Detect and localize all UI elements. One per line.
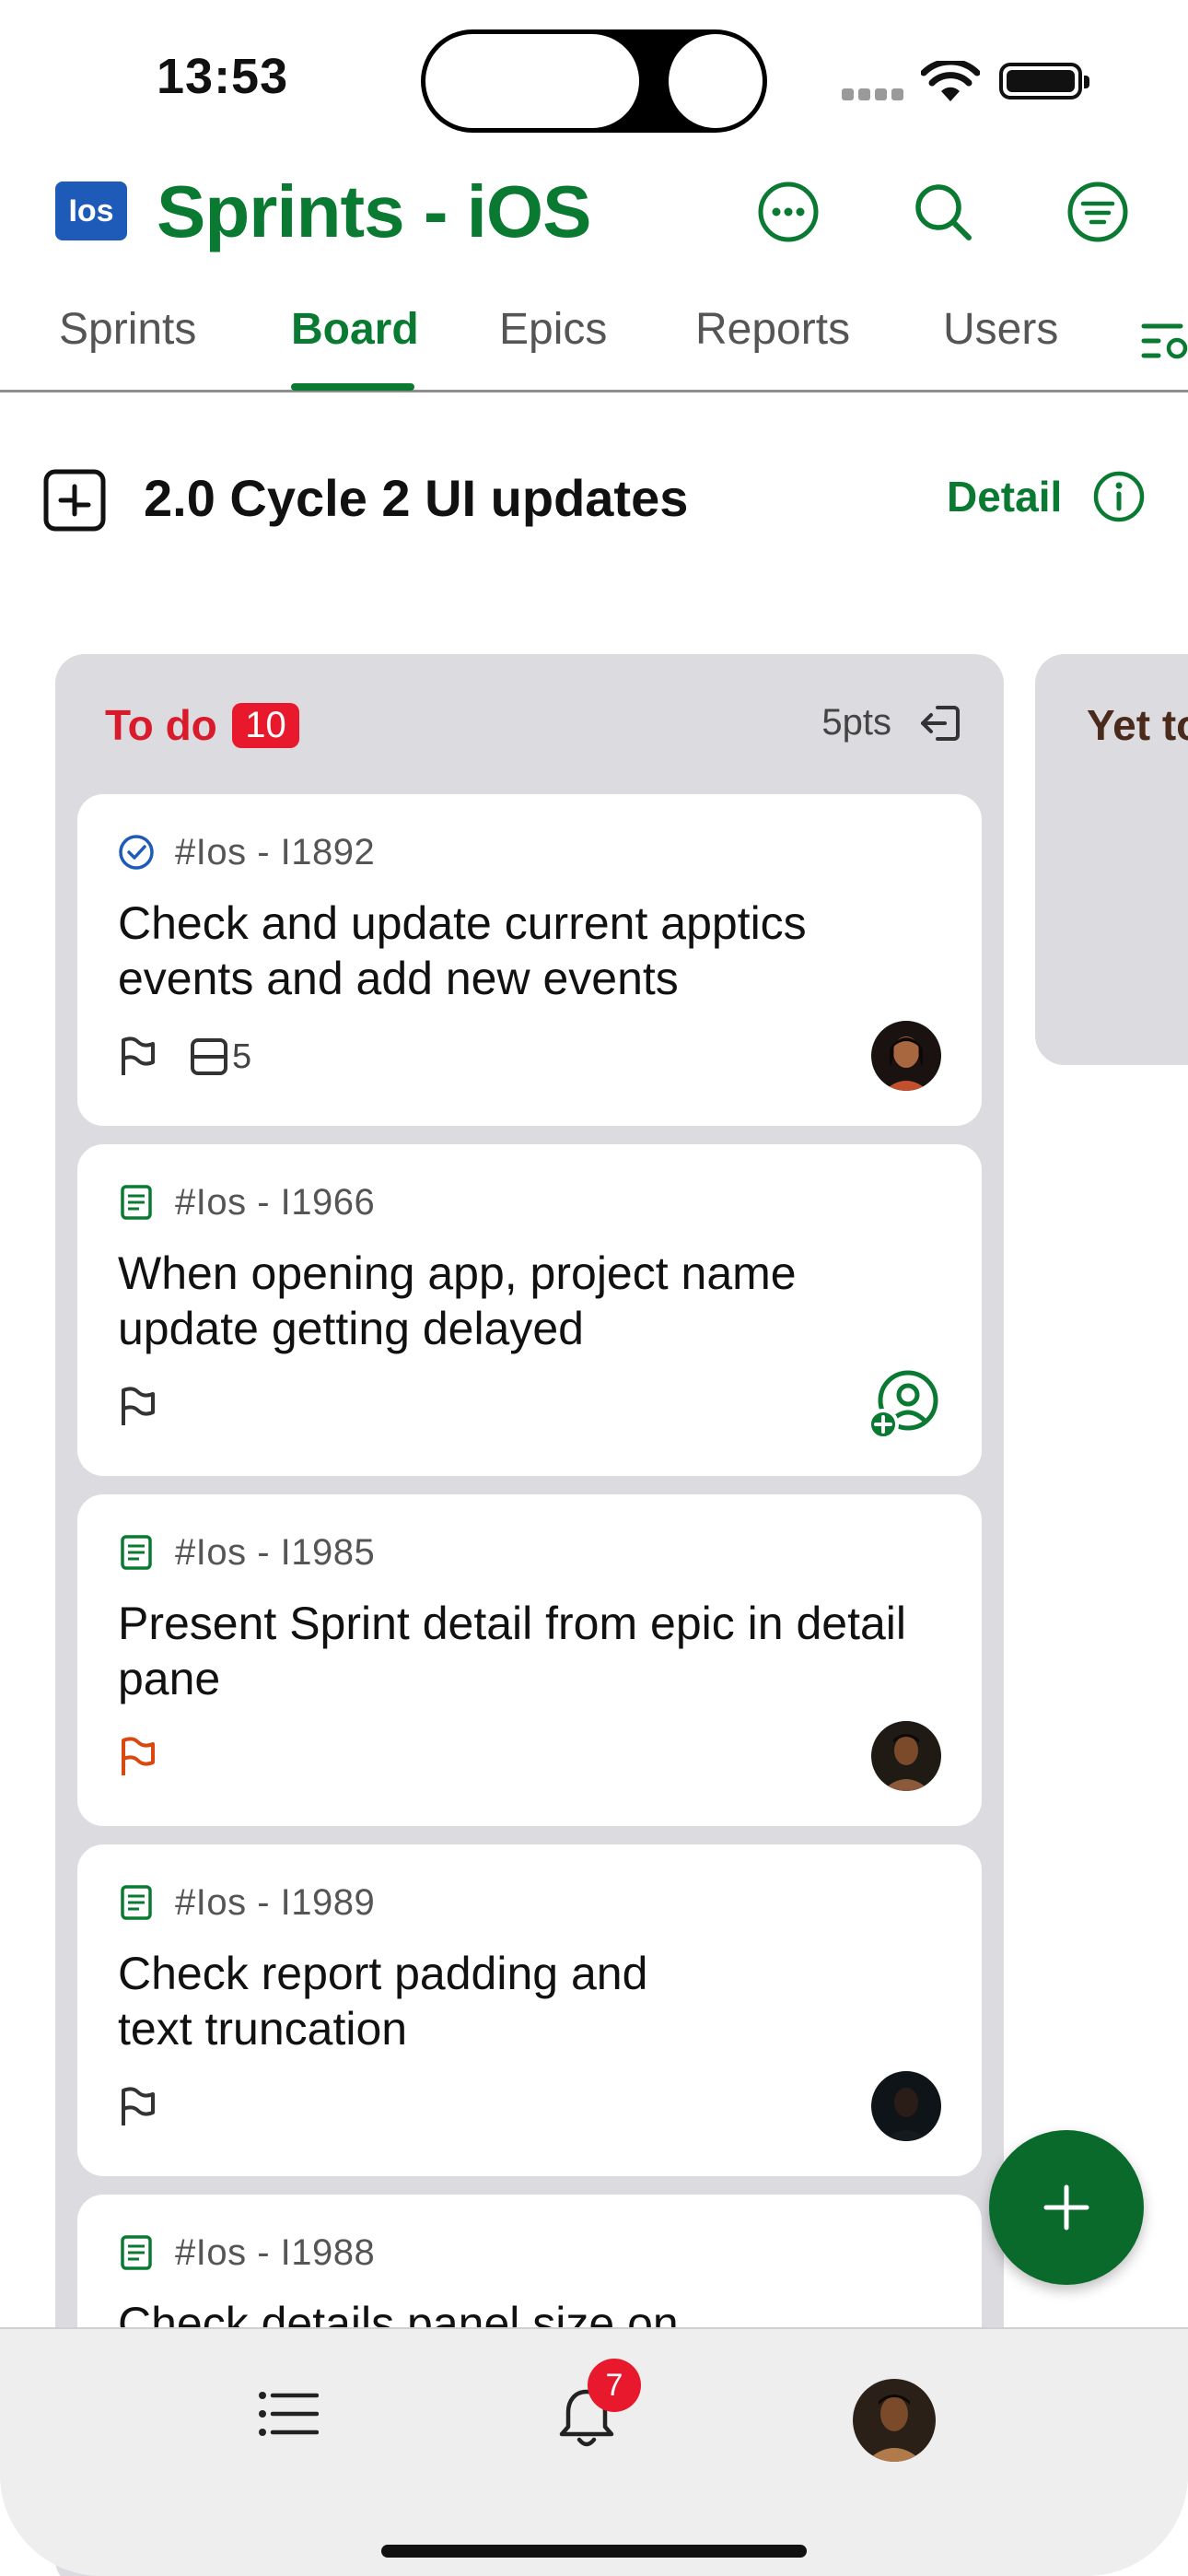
status-bar: 13:53 <box>0 0 1188 157</box>
tab-epics[interactable]: Epics <box>499 304 607 355</box>
flag-icon[interactable] <box>118 1036 157 1077</box>
task-title: Check and update current apptics events … <box>118 897 807 1004</box>
column-title: To do <box>105 701 217 749</box>
task-card[interactable]: #Ios - I1989 Check report padding and te… <box>77 1844 982 2176</box>
assignee-avatar[interactable] <box>871 1721 941 1791</box>
priority-flag-icon[interactable] <box>118 1737 157 1777</box>
cellular-signal-icon <box>842 88 908 105</box>
sprint-icon <box>43 469 106 532</box>
subtask-count: 5 <box>190 1037 251 1077</box>
subtask-icon <box>191 1038 227 1075</box>
sprint-title: 2.0 Cycle 2 UI updates <box>144 469 689 527</box>
sprint-header: 2.0 Cycle 2 UI updates Detail <box>0 442 1188 553</box>
document-icon <box>121 1885 152 1920</box>
tab-users[interactable]: Users <box>943 304 1058 355</box>
task-title: Present Sprint detail from epic in detai… <box>118 1598 906 1704</box>
app-header: Ios Sprints - iOS <box>0 166 1188 276</box>
home-indicator <box>381 2545 807 2558</box>
tab-sprints[interactable]: Sprints <box>59 304 196 355</box>
profile-avatar[interactable] <box>853 2379 936 2462</box>
notifications-nav-button[interactable]: 7 <box>554 2359 641 2455</box>
dynamic-island <box>421 29 767 133</box>
column-header: To do 10 <box>105 700 299 755</box>
battery-icon <box>999 63 1089 100</box>
task-card[interactable]: #Ios - I1985 Present Sprint detail from … <box>77 1494 982 1826</box>
wifi-icon <box>921 61 980 101</box>
task-id: #Ios - I1985 <box>175 1531 376 1573</box>
tab-settings-icon[interactable] <box>1140 315 1188 367</box>
tab-bar: Sprints Board Epics Reports Users <box>0 295 1188 392</box>
document-icon <box>121 1535 152 1570</box>
detail-button[interactable]: Detail <box>947 472 1062 521</box>
document-icon <box>121 2235 152 2270</box>
search-icon[interactable] <box>906 175 980 249</box>
task-card[interactable]: #Ios - I1892 Check and update current ap… <box>77 794 982 1126</box>
status-time: 13:53 <box>157 49 289 104</box>
page-title[interactable]: Sprints - iOS <box>157 170 591 254</box>
list-icon <box>259 2392 320 2436</box>
collapse-column-icon[interactable] <box>919 702 961 744</box>
assign-user-icon[interactable] <box>868 1367 941 1441</box>
assignee-avatar[interactable] <box>871 2071 941 2141</box>
column-points: 5pts <box>821 702 891 743</box>
task-title: When opening app, project name update ge… <box>118 1247 797 1354</box>
board-column-todo: To do 10 5pts #Ios - I1892 Check and upd… <box>55 654 1004 2576</box>
active-tab-indicator <box>291 383 414 391</box>
project-logo[interactable]: Ios <box>55 181 127 240</box>
flag-icon[interactable] <box>118 2087 157 2127</box>
task-id: #Ios - I1966 <box>175 1181 376 1223</box>
list-nav-button[interactable] <box>258 2390 320 2442</box>
plus-icon <box>1043 2184 1089 2231</box>
add-task-button[interactable] <box>989 2130 1144 2285</box>
flag-icon[interactable] <box>118 1387 157 1427</box>
tab-board[interactable]: Board <box>291 304 419 355</box>
document-icon <box>121 1185 152 1220</box>
column-count-badge: 10 <box>232 702 299 748</box>
task-id: #Ios - I1989 <box>175 1881 376 1923</box>
tab-reports[interactable]: Reports <box>695 304 850 355</box>
info-icon[interactable] <box>1092 470 1146 523</box>
task-title: Check report padding and text truncation <box>118 1948 648 2055</box>
notification-badge: 7 <box>588 2359 641 2412</box>
task-card[interactable]: #Ios - I1966 When opening app, project n… <box>77 1144 982 1476</box>
board-column-next[interactable]: Yet to <box>1035 654 1188 1065</box>
task-id: #Ios - I1988 <box>175 2231 376 2273</box>
bottom-nav: 7 <box>0 2327 1188 2576</box>
completed-check-icon <box>119 835 154 870</box>
filter-icon[interactable] <box>1061 175 1135 249</box>
task-id: #Ios - I1892 <box>175 831 376 872</box>
column-title: Yet to <box>1087 701 1188 749</box>
assignee-avatar[interactable] <box>871 1021 941 1091</box>
more-icon[interactable] <box>751 175 825 249</box>
